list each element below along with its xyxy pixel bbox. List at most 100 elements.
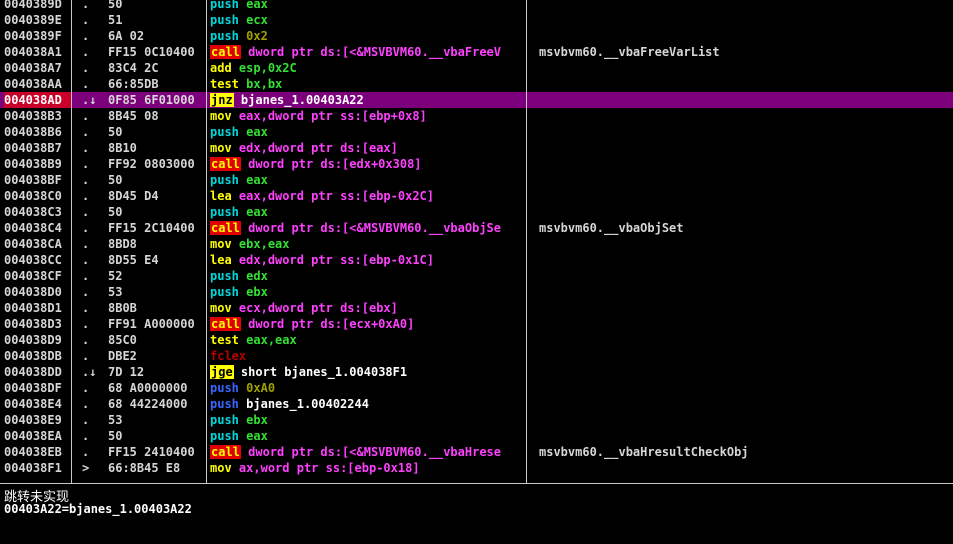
address-cell[interactable]: 004038C4: [4, 220, 72, 236]
hex-bytes-cell[interactable]: 50: [108, 0, 206, 12]
instruction-cell[interactable]: call dword ptr ds:[ecx+0xA0]: [210, 316, 526, 332]
disasm-row[interactable]: 004038D1. 8B0B mov ecx,dword ptr ds:[ebx]: [0, 300, 953, 316]
hex-bytes-cell[interactable]: 85C0: [108, 332, 206, 348]
instruction-cell[interactable]: mov ax,word ptr ss:[ebp-0x18]: [210, 460, 526, 476]
instruction-cell[interactable]: call dword ptr ds:[<&MSVBVM60.__vbaFreeV: [210, 44, 526, 60]
address-cell[interactable]: 004038CC: [4, 252, 72, 268]
comment-cell[interactable]: [539, 28, 949, 44]
address-cell[interactable]: 004038D0: [4, 284, 72, 300]
address-cell[interactable]: 0040389F: [4, 28, 72, 44]
address-cell[interactable]: 0040389D: [4, 0, 72, 12]
instruction-cell[interactable]: push eax: [210, 204, 526, 220]
hex-bytes-cell[interactable]: 8D45 D4: [108, 188, 206, 204]
comment-cell[interactable]: [539, 108, 949, 124]
comment-cell[interactable]: [539, 236, 949, 252]
comment-cell[interactable]: [539, 460, 949, 476]
comment-cell[interactable]: msvbvm60.__vbaHresultCheckObj: [539, 444, 949, 460]
hex-bytes-cell[interactable]: DBE2: [108, 348, 206, 364]
comment-cell[interactable]: [539, 252, 949, 268]
comment-cell[interactable]: [539, 412, 949, 428]
address-cell[interactable]: 004038E4: [4, 396, 72, 412]
address-cell[interactable]: 004038CA: [4, 236, 72, 252]
instruction-cell[interactable]: call dword ptr ds:[edx+0x308]: [210, 156, 526, 172]
instruction-cell[interactable]: fclex: [210, 348, 526, 364]
address-cell[interactable]: 004038B7: [4, 140, 72, 156]
instruction-cell[interactable]: push eax: [210, 428, 526, 444]
hex-bytes-cell[interactable]: 83C4 2C: [108, 60, 206, 76]
instruction-cell[interactable]: push ebx: [210, 284, 526, 300]
instruction-cell[interactable]: push edx: [210, 268, 526, 284]
disasm-row[interactable]: 0040389E. 51 push ecx: [0, 12, 953, 28]
instruction-cell[interactable]: jnz bjanes_1.00403A22: [210, 92, 526, 108]
address-cell[interactable]: 004038B6: [4, 124, 72, 140]
comment-cell[interactable]: [539, 332, 949, 348]
hex-bytes-cell[interactable]: 8D55 E4: [108, 252, 206, 268]
hex-bytes-cell[interactable]: 50: [108, 428, 206, 444]
hex-bytes-cell[interactable]: FF91 A000000: [108, 316, 206, 332]
comment-cell[interactable]: [539, 124, 949, 140]
address-cell[interactable]: 004038DF: [4, 380, 72, 396]
hex-bytes-cell[interactable]: 8B45 08: [108, 108, 206, 124]
hex-bytes-cell[interactable]: 66:8B45 E8: [108, 460, 206, 476]
disasm-row[interactable]: 0040389F. 6A 02 push 0x2: [0, 28, 953, 44]
instruction-cell[interactable]: call dword ptr ds:[<&MSVBVM60.__vbaObjSe: [210, 220, 526, 236]
disasm-row[interactable]: 004038EA. 50 push eax: [0, 428, 953, 444]
disasm-row[interactable]: 004038B7. 8B10 mov edx,dword ptr ds:[eax]: [0, 140, 953, 156]
instruction-cell[interactable]: lea eax,dword ptr ss:[ebp-0x2C]: [210, 188, 526, 204]
hex-bytes-cell[interactable]: 6A 02: [108, 28, 206, 44]
instruction-cell[interactable]: mov edx,dword ptr ds:[eax]: [210, 140, 526, 156]
address-cell[interactable]: 004038EA: [4, 428, 72, 444]
comment-cell[interactable]: [539, 172, 949, 188]
address-cell[interactable]: 004038D1: [4, 300, 72, 316]
address-cell[interactable]: 004038F1: [4, 460, 72, 476]
disasm-row[interactable]: 004038E4. 68 44224000 push bjanes_1.004022…: [0, 396, 953, 412]
disasm-row[interactable]: 004038D3. FF91 A000000 call dword ptr ds:[…: [0, 316, 953, 332]
hex-bytes-cell[interactable]: 53: [108, 284, 206, 300]
hex-bytes-cell[interactable]: 8B10: [108, 140, 206, 156]
disasm-row[interactable]: 0040389D. 50 push eax: [0, 0, 953, 12]
disasm-row[interactable]: 004038DB. DBE2 fclex: [0, 348, 953, 364]
instruction-cell[interactable]: jge short bjanes_1.004038F1: [210, 364, 526, 380]
comment-cell[interactable]: [539, 0, 949, 12]
address-cell[interactable]: 004038C0: [4, 188, 72, 204]
address-cell[interactable]: 004038AD: [4, 92, 72, 108]
hex-bytes-cell[interactable]: FF15 2410400: [108, 444, 206, 460]
comment-cell[interactable]: [539, 188, 949, 204]
address-cell[interactable]: 004038C3: [4, 204, 72, 220]
instruction-cell[interactable]: lea edx,dword ptr ss:[ebp-0x1C]: [210, 252, 526, 268]
instruction-cell[interactable]: call dword ptr ds:[<&MSVBVM60.__vbaHrese: [210, 444, 526, 460]
disasm-row[interactable]: 004038D9. 85C0 test eax,eax: [0, 332, 953, 348]
address-cell[interactable]: 004038A1: [4, 44, 72, 60]
address-cell[interactable]: 004038B9: [4, 156, 72, 172]
hex-bytes-cell[interactable]: 68 44224000: [108, 396, 206, 412]
hex-bytes-cell[interactable]: 52: [108, 268, 206, 284]
address-cell[interactable]: 004038DB: [4, 348, 72, 364]
hex-bytes-cell[interactable]: 0F85 6F01000: [108, 92, 206, 108]
comment-cell[interactable]: [539, 364, 949, 380]
instruction-cell[interactable]: push bjanes_1.00402244: [210, 396, 526, 412]
hex-bytes-cell[interactable]: 8BD8: [108, 236, 206, 252]
disasm-row[interactable]: 004038AD .↓ 0F85 6F01000 jnz bjanes_1.00403…: [0, 92, 953, 108]
comment-cell[interactable]: [539, 428, 949, 444]
hex-bytes-cell[interactable]: FF15 2C10400: [108, 220, 206, 236]
address-cell[interactable]: 004038BF: [4, 172, 72, 188]
hex-bytes-cell[interactable]: FF92 0803000: [108, 156, 206, 172]
comment-cell[interactable]: [539, 60, 949, 76]
instruction-cell[interactable]: push eax: [210, 124, 526, 140]
comment-cell[interactable]: msvbvm60.__vbaObjSet: [539, 220, 949, 236]
hex-bytes-cell[interactable]: 50: [108, 124, 206, 140]
address-cell[interactable]: 004038DD: [4, 364, 72, 380]
hex-bytes-cell[interactable]: 51: [108, 12, 206, 28]
disasm-row[interactable]: 004038DF. 68 A0000000 push 0xA0: [0, 380, 953, 396]
disasm-row[interactable]: 004038C0. 8D45 D4 lea eax,dword ptr ss:[eb…: [0, 188, 953, 204]
instruction-cell[interactable]: push ebx: [210, 412, 526, 428]
instruction-cell[interactable]: push eax: [210, 172, 526, 188]
comment-cell[interactable]: [539, 92, 949, 108]
disasm-row[interactable]: 004038CC. 8D55 E4 lea edx,dword ptr ss:[eb…: [0, 252, 953, 268]
disasm-row[interactable]: 004038C3. 50 push eax: [0, 204, 953, 220]
disasm-row[interactable]: 004038EB. FF15 2410400 call dword ptr ds:[…: [0, 444, 953, 460]
hex-bytes-cell[interactable]: 50: [108, 172, 206, 188]
disassembly-pane[interactable]: 0040389D. 50 push eax 0040389E. 51 push ecx 00…: [0, 0, 953, 483]
instruction-cell[interactable]: push ecx: [210, 12, 526, 28]
instruction-cell[interactable]: add esp,0x2C: [210, 60, 526, 76]
